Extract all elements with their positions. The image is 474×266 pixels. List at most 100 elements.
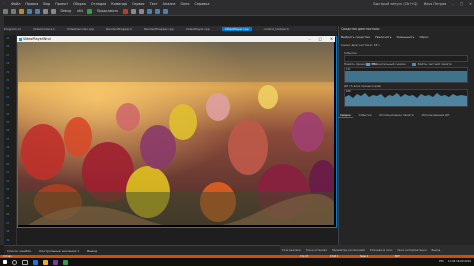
back-icon[interactable] [3,8,8,14]
video-frame [18,42,334,225]
line-number: 32 [6,95,10,99]
bottom-tool-tabs: Стек вызовов Точки останова Параметры ис… [280,245,474,255]
user-name[interactable]: Илья Петров [424,2,447,6]
tab-program[interactable]: Program.cs [4,27,21,31]
menu-test[interactable]: Тест [150,2,158,6]
start-icon[interactable] [3,260,7,264]
menu-window[interactable]: Окно [180,2,189,6]
restart-icon[interactable] [138,8,144,14]
windows-taskbar: РУС 11:46 16.09.2016 [0,258,474,266]
clock[interactable]: 11:46 16.09.2016 [448,258,471,266]
tab-call-stack[interactable]: Стек вызовов [282,249,301,252]
save-icon[interactable] [27,8,32,14]
edge-icon[interactable] [33,259,38,265]
output-tab[interactable]: Вывод [87,249,97,253]
menu-team[interactable]: Команда [111,2,127,6]
step-into-icon[interactable] [154,8,160,14]
line-number: 33 [6,104,10,108]
search-icon[interactable] [12,260,17,265]
close-button[interactable]: ✕ [469,2,472,6]
select-tools-button[interactable]: Выбрать средства [341,35,370,39]
language-indicator[interactable]: РУС [439,258,444,266]
menu-edit[interactable]: Правка [25,2,38,6]
tab-cpu-usage[interactable]: Использование ЦП [420,113,452,118]
line-number: 41 [6,171,10,175]
tab-command-window[interactable]: Командное окно [370,249,393,252]
tab-videocodecs[interactable]: VideoCodecs.h [33,27,55,31]
legend-private-bytes: Байты частной памяти [418,62,452,66]
watch-tab[interactable]: Контрольные значения 1 [39,249,79,253]
line-number: 34 [6,112,10,116]
maximize-button[interactable]: □ [460,2,463,6]
line-number: 30 [6,79,10,82]
app-icon [19,37,22,41]
video-window-title: VideoPlayerWnd [23,37,51,41]
tab-exception-settings[interactable]: Параметры исключений [332,249,365,252]
step-over-icon[interactable] [146,8,152,14]
line-number: 38 [6,146,10,150]
menu-help[interactable]: Справка [194,2,209,6]
platform-dropdown[interactable]: x64 [77,9,83,13]
line-number: 26 [6,45,10,49]
line-number: 28 [6,62,10,66]
tab-videoplayer-active[interactable]: VideoPlayer.cpp [221,26,252,31]
redo-icon[interactable] [51,8,56,14]
quick-launch-input[interactable]: Быстрый запуск (Ctrl+Q) [373,2,417,6]
line-number: 40 [6,163,10,166]
line-number: 36 [6,129,10,133]
menu-build[interactable]: Сборка [73,2,86,6]
menu-analyze[interactable]: Анализ [163,2,176,6]
tab-memory-usage[interactable]: Использование памяти [377,113,415,118]
tab-output[interactable]: Вывод [432,249,441,252]
private-bytes-swatch [412,62,417,66]
tab-immediate-window[interactable]: Окно интерпретации [397,249,426,252]
cpu-max: 100 [346,90,351,93]
line-number: 39 [6,154,10,158]
menu-file[interactable]: Файл [11,2,20,6]
diagnostic-title: Средства диагностики [341,27,380,31]
zoom-out-button[interactable]: Уменьшить [397,35,415,39]
toolbar: Debug x64 Продолжить [0,7,474,16]
line-number: 25 [6,37,10,40]
save-all-icon[interactable] [35,8,40,14]
minimize-button[interactable]: – [452,2,454,6]
play-icon[interactable] [87,8,93,14]
zoom-in-button[interactable]: Увеличить [375,35,392,39]
tab-events[interactable]: События [357,113,374,118]
error-list-tab[interactable]: Список ошибок [7,249,31,253]
clock-time: 11:46 [447,260,456,263]
forward-icon[interactable] [11,8,16,14]
continue-button[interactable]: Продолжить [97,9,118,13]
tab-summary[interactable]: Сводка [338,113,353,118]
events-track[interactable] [344,55,468,62]
store-icon[interactable] [63,259,68,265]
vs-icon[interactable] [53,259,58,265]
taskview-icon[interactable] [22,260,28,265]
session-duration: Сеанс диагностики: 18 с [341,43,381,47]
line-number: 31 [6,87,10,91]
menu-tools[interactable]: Сервис [132,2,145,6]
memory-graph[interactable]: 121 [344,67,468,83]
line-number: 44 [6,196,10,200]
stop-icon[interactable] [122,8,128,14]
line-number: 48 [6,230,10,234]
menu-debug[interactable]: Отладка [91,2,106,6]
pause-icon[interactable] [130,8,136,14]
undo-icon[interactable] [43,8,48,14]
tab-breakpoints[interactable]: Точки останова [306,249,327,252]
tab-renderwrapper-cpp[interactable]: RenderWrapper.cpp [144,27,174,31]
menu-view[interactable]: Вид [43,2,50,6]
menu-project[interactable]: Проект [55,2,68,6]
cpu-graph[interactable]: 100 [344,89,468,107]
config-dropdown[interactable]: Debug [61,9,71,13]
step-out-icon[interactable] [162,8,168,14]
explorer-icon[interactable] [43,259,48,265]
tab-videoplayer-1[interactable]: VideoPlayer.cpp [186,27,210,31]
cpu-usage-plot [345,93,467,106]
tab-videodecoder[interactable]: VideoDecoder.cpp [67,27,94,31]
open-icon[interactable] [19,8,24,14]
tab-control-toolbar[interactable]: control_toolbar.h [264,27,289,31]
reset-button[interactable]: Сброс [419,35,428,39]
tab-renderwrapper-h[interactable]: RenderWrapper.h [106,27,132,31]
line-number: 49 [6,238,10,242]
